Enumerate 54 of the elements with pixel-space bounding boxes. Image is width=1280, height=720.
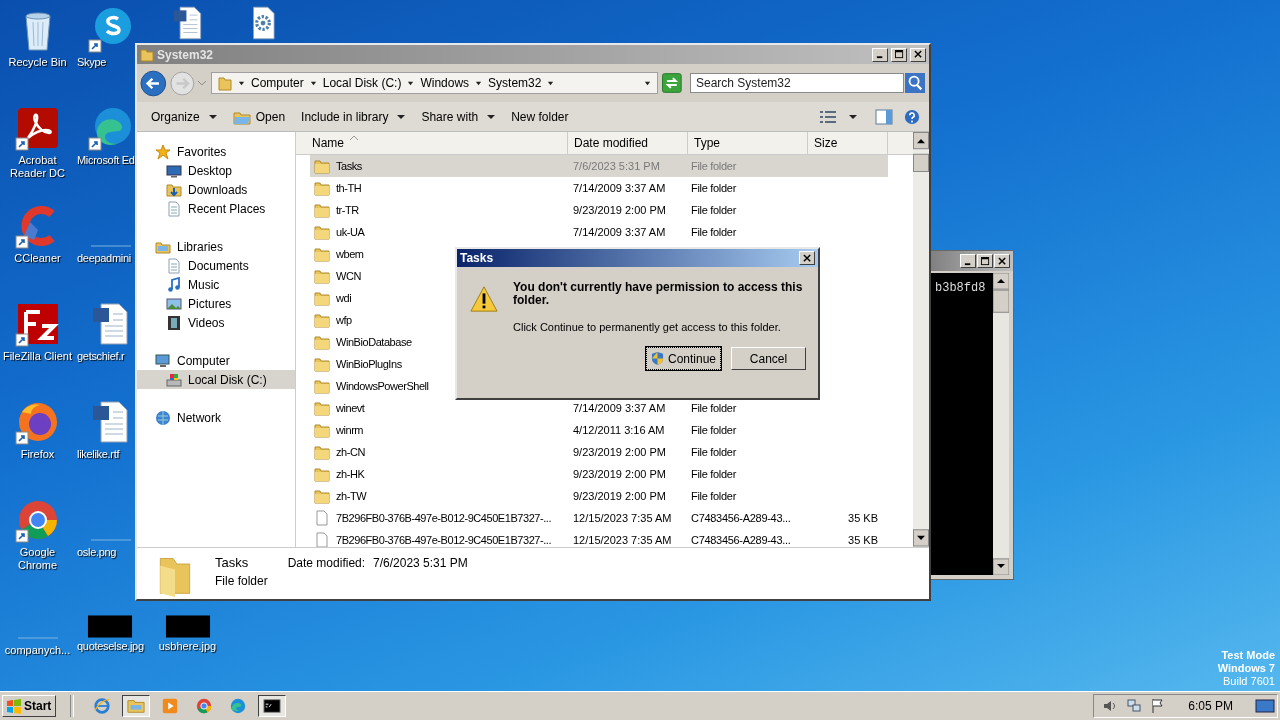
file-size: 35 KB bbox=[848, 512, 878, 524]
file-type: File folder bbox=[691, 424, 736, 436]
file-size: 35 KB bbox=[848, 534, 878, 546]
file-name: th-TH bbox=[336, 182, 362, 194]
file-name: WinBioPlugIns bbox=[336, 358, 402, 370]
date-modified: 7/14/2009 3:37 AM bbox=[573, 226, 666, 238]
date-modified: 4/12/2011 3:16 AM bbox=[573, 424, 665, 436]
file-name: wbem bbox=[336, 248, 364, 260]
file-name: winrm bbox=[336, 424, 364, 436]
file-type: C7483456-A289-43... bbox=[691, 534, 791, 546]
date-modified: 7/6/2023 5:31 PM bbox=[573, 160, 660, 172]
details-name: Tasks bbox=[215, 555, 250, 570]
file-type: File folder bbox=[691, 182, 736, 194]
details-label: Date modified: bbox=[287, 555, 366, 570]
date-modified: 12/15/2023 7:35 AM bbox=[573, 512, 672, 524]
file-name: zh-CN bbox=[336, 446, 365, 458]
console-output: b3b8fd8 bbox=[934, 280, 987, 297]
file-name: tr-TR bbox=[336, 204, 359, 216]
file-name: WindowsPowerShell bbox=[336, 380, 429, 392]
dialog-title: Tasks bbox=[460, 251, 494, 265]
windows-edition-label: Windows 7 bbox=[1217, 662, 1275, 675]
file-type: C7483456-A289-43... bbox=[691, 512, 791, 524]
file-name: WCN bbox=[336, 270, 361, 282]
file-type: File folder bbox=[691, 402, 736, 414]
file-name: zh-TW bbox=[336, 490, 367, 502]
date-modified: 7/14/2009 3:37 AM bbox=[573, 402, 666, 414]
window-title: System32 bbox=[157, 47, 214, 62]
date-modified: 9/23/2019 2:00 PM bbox=[573, 490, 666, 502]
file-type: File folder bbox=[691, 226, 736, 238]
file-type: File folder bbox=[691, 446, 736, 458]
file-name: wdi bbox=[336, 292, 352, 304]
file-name: WinBioDatabase bbox=[336, 336, 412, 348]
file-type: File folder bbox=[691, 160, 736, 172]
file-name: 7B296FB0-376B-497e-B012-9C450E1B7327-... bbox=[336, 512, 551, 524]
file-name: 7B296FB0-376B-497e-B012-9C450E1B7327-... bbox=[336, 534, 551, 546]
date-modified: 9/23/2019 2:00 PM bbox=[573, 468, 666, 480]
date-modified: 9/23/2019 2:00 PM bbox=[573, 204, 666, 216]
dialog-message: Click Continue to permanently get access to this folder. bbox=[513, 321, 782, 333]
build-label: Build 7601 bbox=[1223, 675, 1275, 688]
details-type: File folder bbox=[215, 574, 268, 588]
file-name: Tasks bbox=[336, 160, 362, 172]
dialog-heading: You don't currently have permission to access this folder. bbox=[513, 281, 804, 307]
test-mode-label: Test Mode bbox=[1221, 649, 1275, 662]
date-modified: 7/14/2009 3:37 AM bbox=[573, 182, 666, 194]
file-type: File folder bbox=[691, 204, 736, 216]
date-modified: 9/23/2019 2:00 PM bbox=[573, 446, 666, 458]
file-name: winevt bbox=[336, 402, 365, 414]
file-type: File folder bbox=[691, 490, 736, 502]
file-name: uk-UA bbox=[336, 226, 365, 238]
details-date: 7/6/2023 5:31 PM bbox=[373, 555, 468, 570]
date-modified: 12/15/2023 7:35 AM bbox=[573, 534, 672, 546]
file-name: zh-HK bbox=[336, 468, 365, 480]
file-type: File folder bbox=[691, 468, 736, 480]
file-name: wfp bbox=[336, 314, 352, 326]
